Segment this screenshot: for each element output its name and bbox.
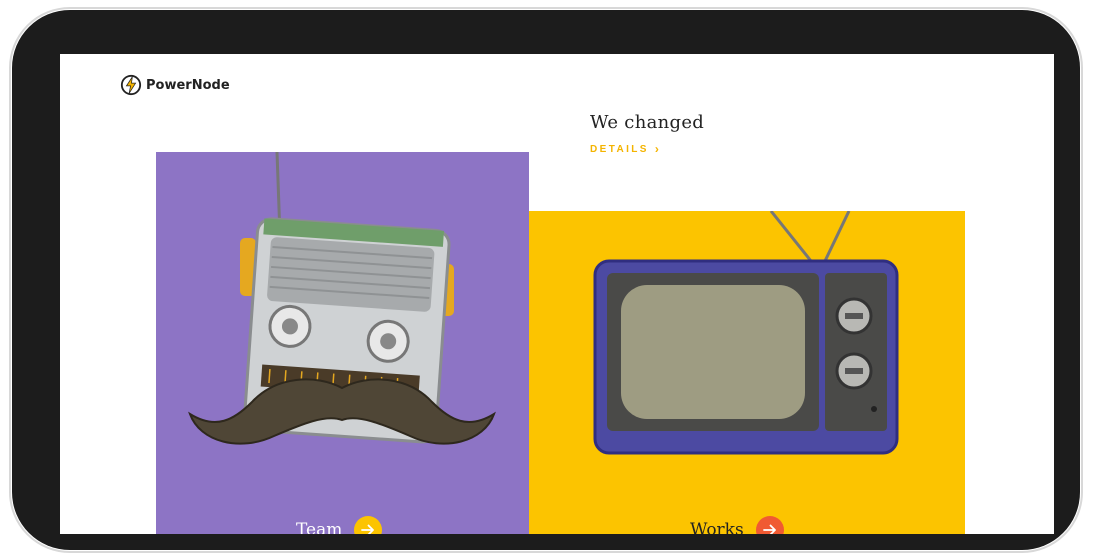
works-arrow-button[interactable] [755,516,784,534]
team-arrow-button[interactable] [354,516,383,534]
tablet-frame: PowerNode We changed DETAILS › Team Work… [9,7,1083,553]
works-label: Works [690,520,744,534]
radio-mustache-illustration [188,152,496,445]
details-label: DETAILS [590,143,649,155]
hero-headline: We changed [590,112,705,133]
team-card[interactable]: Team [156,152,529,534]
works-card[interactable]: Works [529,211,965,534]
television-illustration [593,211,899,455]
arrow-right-icon [762,524,776,534]
tablet-screen: PowerNode We changed DETAILS › Team Work… [60,54,1054,534]
chevron-right-icon: › [654,142,659,156]
team-label-group[interactable]: Team [296,516,383,534]
details-link[interactable]: DETAILS › [590,142,659,156]
team-label: Team [296,520,343,534]
arrow-right-icon [361,524,375,534]
works-label-group[interactable]: Works [690,516,784,534]
brand-logo[interactable]: PowerNode [120,74,230,96]
lightning-bolt-icon [120,74,142,96]
brand-name: PowerNode [146,77,230,93]
